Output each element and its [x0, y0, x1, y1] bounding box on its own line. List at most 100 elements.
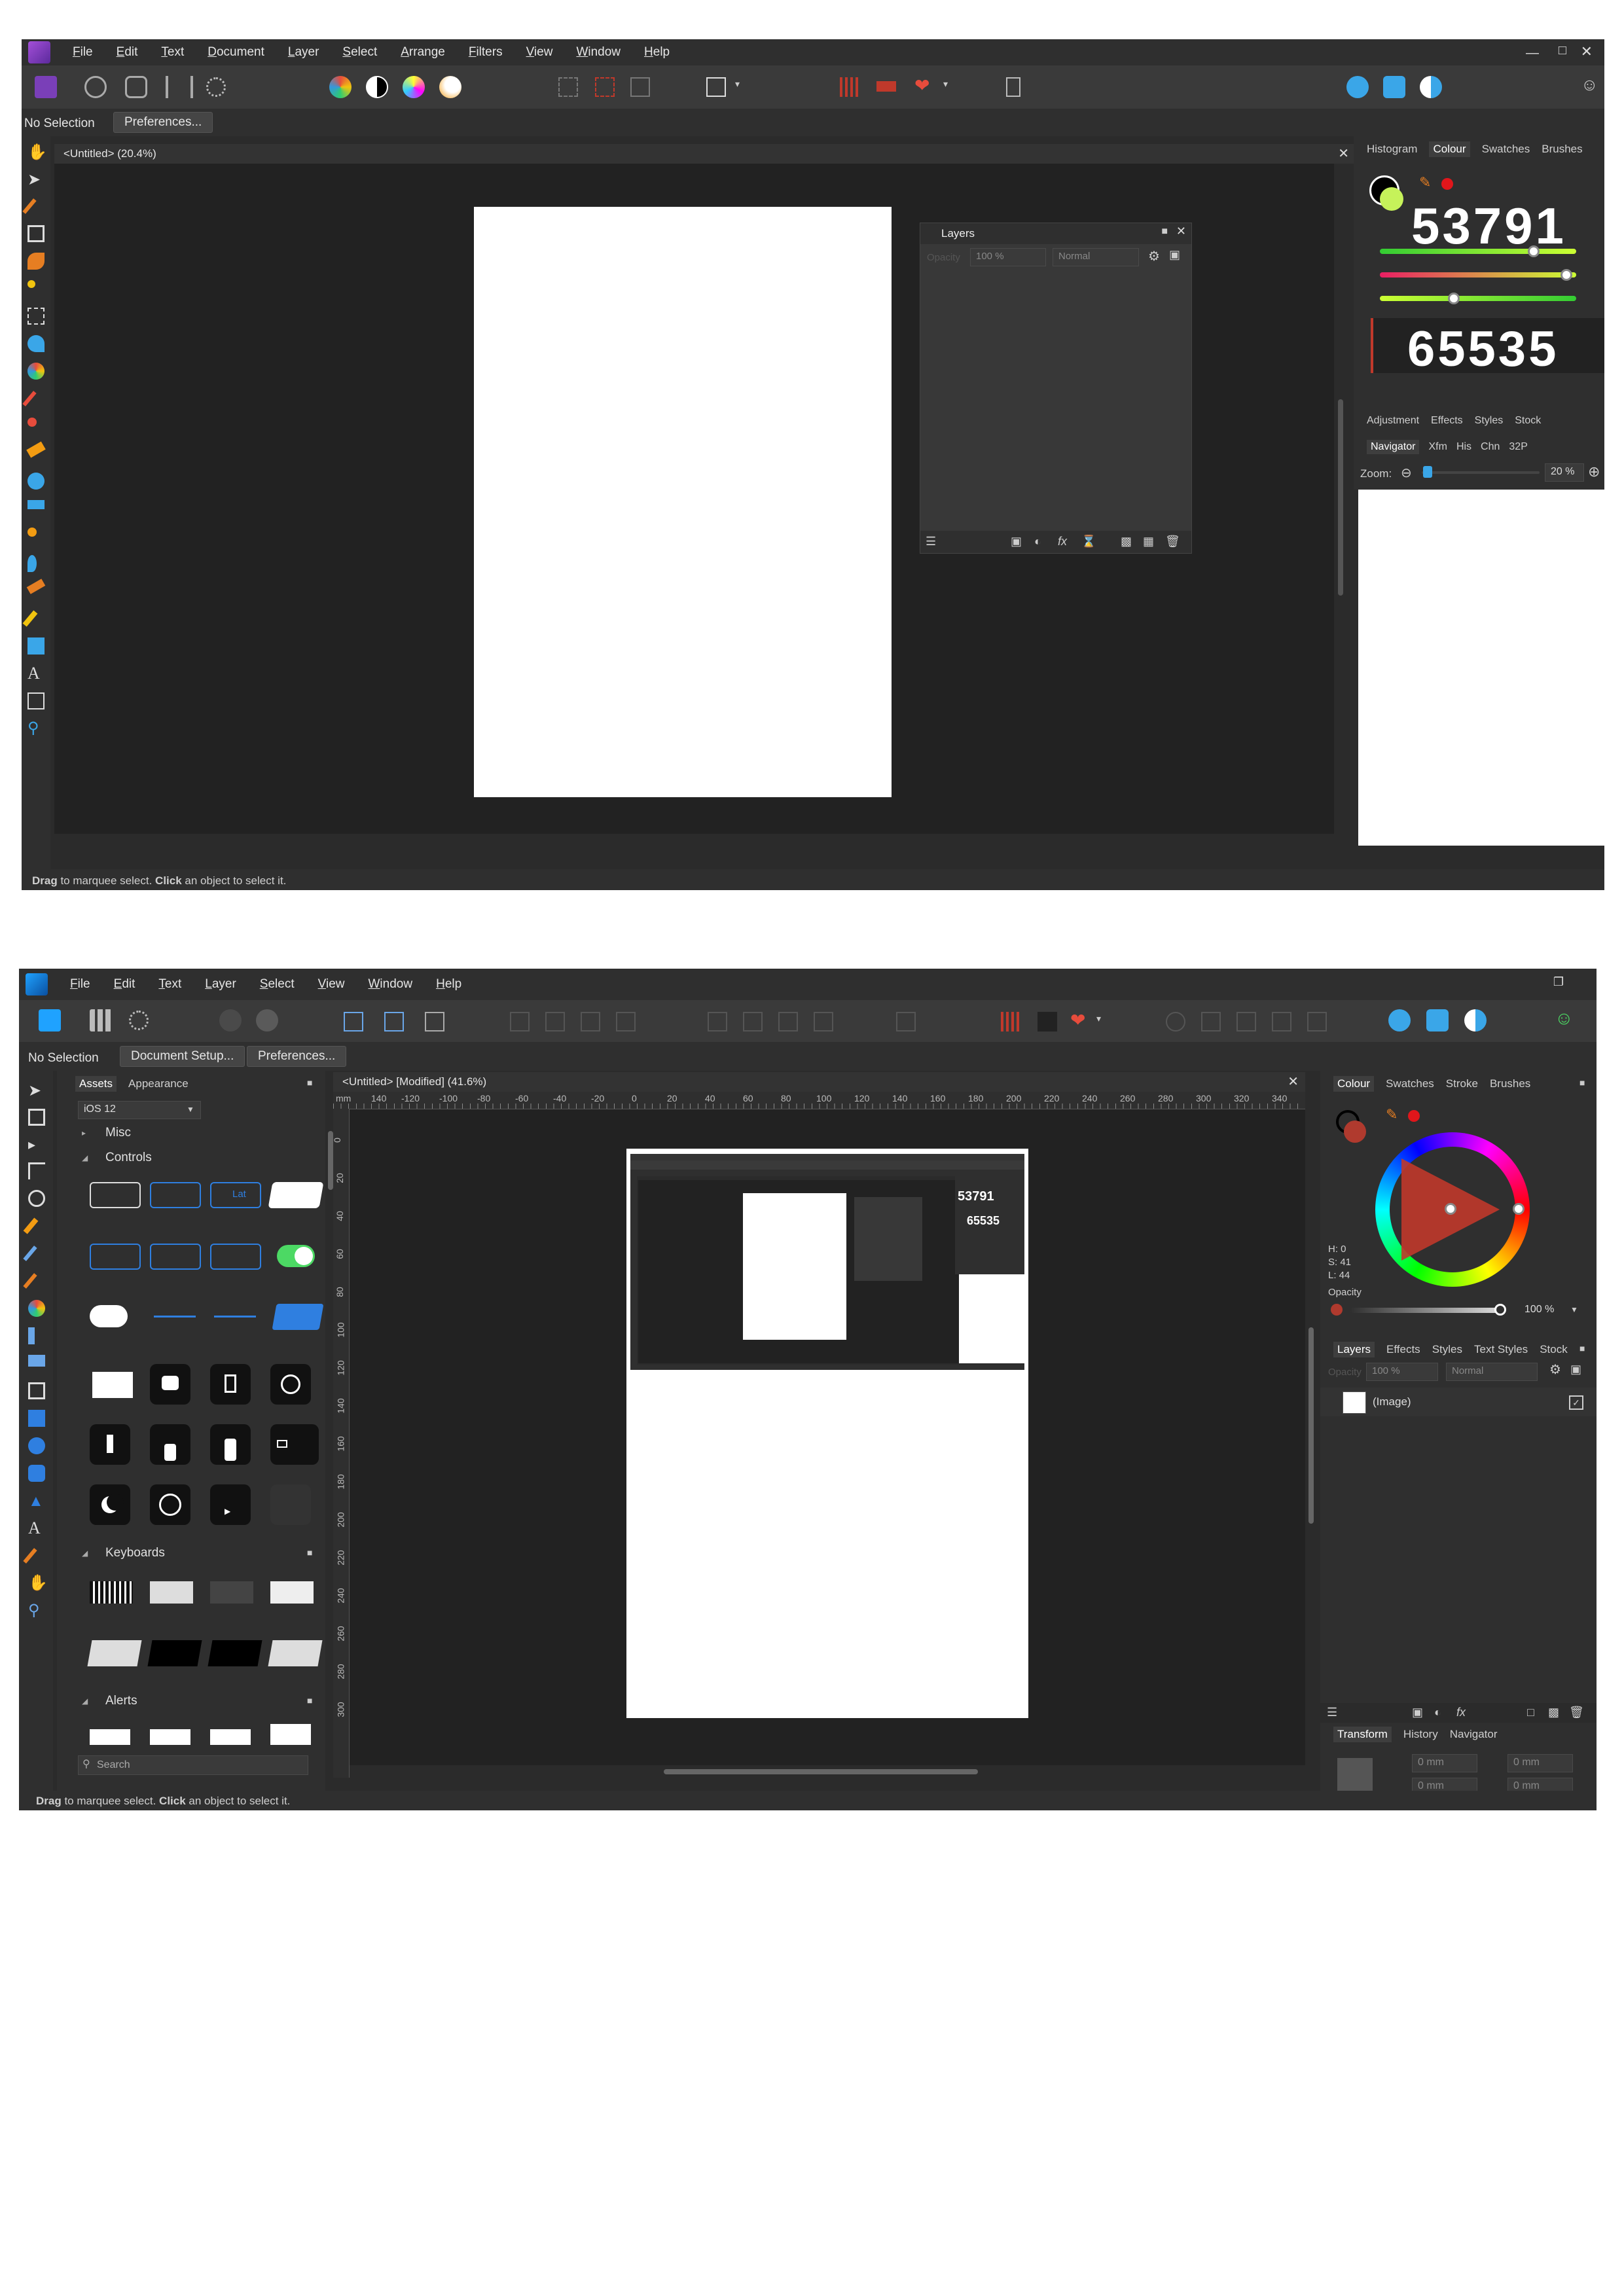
transform-w-field[interactable]: 0 mm [1507, 1754, 1573, 1772]
mask-layer-icon[interactable]: ▣ [1011, 535, 1022, 548]
tab-assets[interactable]: Assets [75, 1076, 117, 1092]
navigator-preview[interactable] [1358, 490, 1604, 846]
asset-slider[interactable] [154, 1316, 196, 1318]
asset-keyboard[interactable] [150, 1581, 193, 1604]
gradient-tool-icon[interactable] [27, 363, 45, 380]
menu-text[interactable]: Text [158, 977, 181, 992]
tab-appearance[interactable]: Appearance [128, 1077, 189, 1090]
view-hand-icon[interactable]: ✋ [27, 143, 47, 161]
collapse-alerts-icon[interactable]: ◢ [82, 1696, 88, 1706]
add-layer-icon[interactable]: □ [1527, 1706, 1534, 1719]
panel-menu-icon[interactable]: ■ [1579, 1077, 1585, 1088]
asset-screen-mirroring-icon[interactable] [270, 1424, 319, 1465]
collapse-keyboards-icon[interactable]: ◢ [82, 1549, 88, 1558]
asset-keyboard-key[interactable] [147, 1640, 202, 1666]
expand-misc-icon[interactable]: ▸ [82, 1128, 86, 1138]
auto-levels-icon[interactable] [329, 76, 352, 98]
panel-menu-icon[interactable]: ■ [1579, 1343, 1585, 1354]
rectangle-tool-icon[interactable] [27, 637, 45, 655]
photo-persona-icon[interactable] [35, 76, 57, 98]
pixel-persona-icon[interactable] [90, 1009, 112, 1031]
tab-colour[interactable]: Colour [1333, 1076, 1375, 1092]
view-hand-icon[interactable]: ✋ [28, 1573, 48, 1592]
asset-slider[interactable] [214, 1316, 256, 1318]
asset-control-grid-icon[interactable] [270, 1484, 311, 1525]
menu-layer[interactable]: Layer [288, 45, 319, 60]
panel-menu-icon[interactable]: ■ [307, 1547, 312, 1558]
liquify-persona-icon[interactable] [84, 76, 107, 98]
blemish-removal-icon[interactable] [27, 528, 37, 537]
canvas-area[interactable]: 53791 65535 [350, 1109, 1305, 1778]
panel-close-icon[interactable]: ✕ [1176, 224, 1186, 238]
tab-swatches[interactable]: Swatches [1482, 143, 1530, 156]
persona-user-icon[interactable] [1388, 1009, 1411, 1031]
dropdown-arrow-icon[interactable]: ▾ [943, 79, 948, 90]
embedded-screenshot-image[interactable]: 53791 65535 [630, 1154, 1024, 1370]
copy-icon[interactable] [1426, 1009, 1449, 1031]
menu-help[interactable]: Help [644, 45, 670, 60]
restore-window-icon[interactable]: ❐ [1553, 975, 1564, 989]
asset-button-filled[interactable] [272, 1304, 324, 1330]
asset-keyboard-key[interactable] [208, 1640, 262, 1666]
tab-stock[interactable]: Stock [1540, 1343, 1568, 1356]
live-filter-icon[interactable]: ⌛ [1081, 535, 1096, 548]
close-document-icon[interactable]: ✕ [1338, 145, 1349, 162]
asset-alert[interactable] [210, 1729, 251, 1745]
copy-icon[interactable] [1383, 76, 1405, 98]
pencil-tool-icon[interactable] [23, 1246, 37, 1261]
menu-view[interactable]: View [526, 45, 553, 60]
flood-select-icon[interactable] [27, 280, 35, 288]
menu-view[interactable]: View [318, 977, 345, 992]
tab-32p[interactable]: 32P [1509, 441, 1527, 453]
pen-tool-icon[interactable] [23, 1217, 39, 1234]
asset-alert[interactable] [90, 1729, 130, 1745]
tab-effects[interactable]: Effects [1386, 1343, 1420, 1356]
crop-tool-icon[interactable] [27, 225, 45, 242]
vertical-scrollbar[interactable] [1334, 164, 1347, 846]
menu-select[interactable]: Select [342, 45, 377, 60]
transform-origin-icon[interactable] [384, 1012, 404, 1031]
asset-do-not-disturb-icon[interactable] [90, 1484, 130, 1525]
point-transform-icon[interactable] [28, 1190, 45, 1207]
menu-edit[interactable]: Edit [114, 977, 135, 992]
close-document-icon[interactable]: ✕ [1288, 1073, 1299, 1090]
transform-mode-icon[interactable] [344, 1012, 363, 1031]
move-tool-icon[interactable]: ➤ [28, 1081, 45, 1100]
menu-arrange[interactable]: Arrange [401, 45, 445, 60]
section-alerts[interactable]: Alerts [105, 1694, 137, 1708]
fx-icon[interactable]: fx [1058, 535, 1067, 548]
zoom-value-field[interactable]: 20 % [1545, 463, 1584, 482]
zoom-in-icon[interactable]: ⊕ [1588, 463, 1600, 480]
asset-music-control-icon[interactable]: ▶ [210, 1484, 251, 1525]
transform-x-field[interactable]: 0 mm [1412, 1754, 1477, 1772]
preferences-button[interactable]: Preferences... [113, 112, 213, 133]
marquee-icon[interactable] [558, 77, 578, 97]
panel-menu-icon[interactable]: ■ [307, 1695, 312, 1706]
asset-set-select[interactable]: iOS 12 [78, 1101, 201, 1119]
move-tool-icon[interactable]: ➤ [27, 170, 45, 188]
tab-stroke[interactable]: Stroke [1446, 1077, 1478, 1090]
menu-window[interactable]: Window [576, 45, 621, 60]
layers-blend-select[interactable]: Normal [1446, 1363, 1538, 1381]
layer-settings-icon[interactable]: ⚙ [1549, 1361, 1561, 1378]
asset-toggle-on[interactable] [277, 1245, 315, 1267]
asset-control[interactable] [150, 1182, 201, 1208]
document-setup-button[interactable]: Document Setup... [120, 1046, 245, 1067]
rectangular-marquee-icon[interactable] [27, 308, 45, 325]
layers-stack-icon[interactable]: ☰ [1327, 1706, 1337, 1719]
tab-his[interactable]: His [1456, 441, 1471, 453]
asset-flashlight-icon[interactable] [90, 1424, 130, 1465]
opacity-slider[interactable] [1350, 1304, 1506, 1316]
lock-icon[interactable]: ▣ [1570, 1363, 1581, 1376]
magnet-snapping-icon[interactable]: ❤ [914, 75, 929, 96]
selection-brush-icon[interactable] [27, 253, 45, 270]
asset-volume-icon[interactable] [210, 1424, 251, 1465]
tab-navigator[interactable]: Navigator [1450, 1728, 1498, 1741]
add-pixel-layer-icon[interactable]: ▦ [1143, 535, 1154, 548]
deselect-icon[interactable] [595, 77, 615, 97]
asset-rotation-lock-icon[interactable] [150, 1484, 190, 1525]
colour-slider-2[interactable] [1380, 269, 1576, 281]
panel-menu-icon[interactable]: ■ [1161, 226, 1168, 238]
mesh-warp-icon[interactable] [27, 692, 45, 709]
asset-toggle-off[interactable] [90, 1305, 128, 1327]
